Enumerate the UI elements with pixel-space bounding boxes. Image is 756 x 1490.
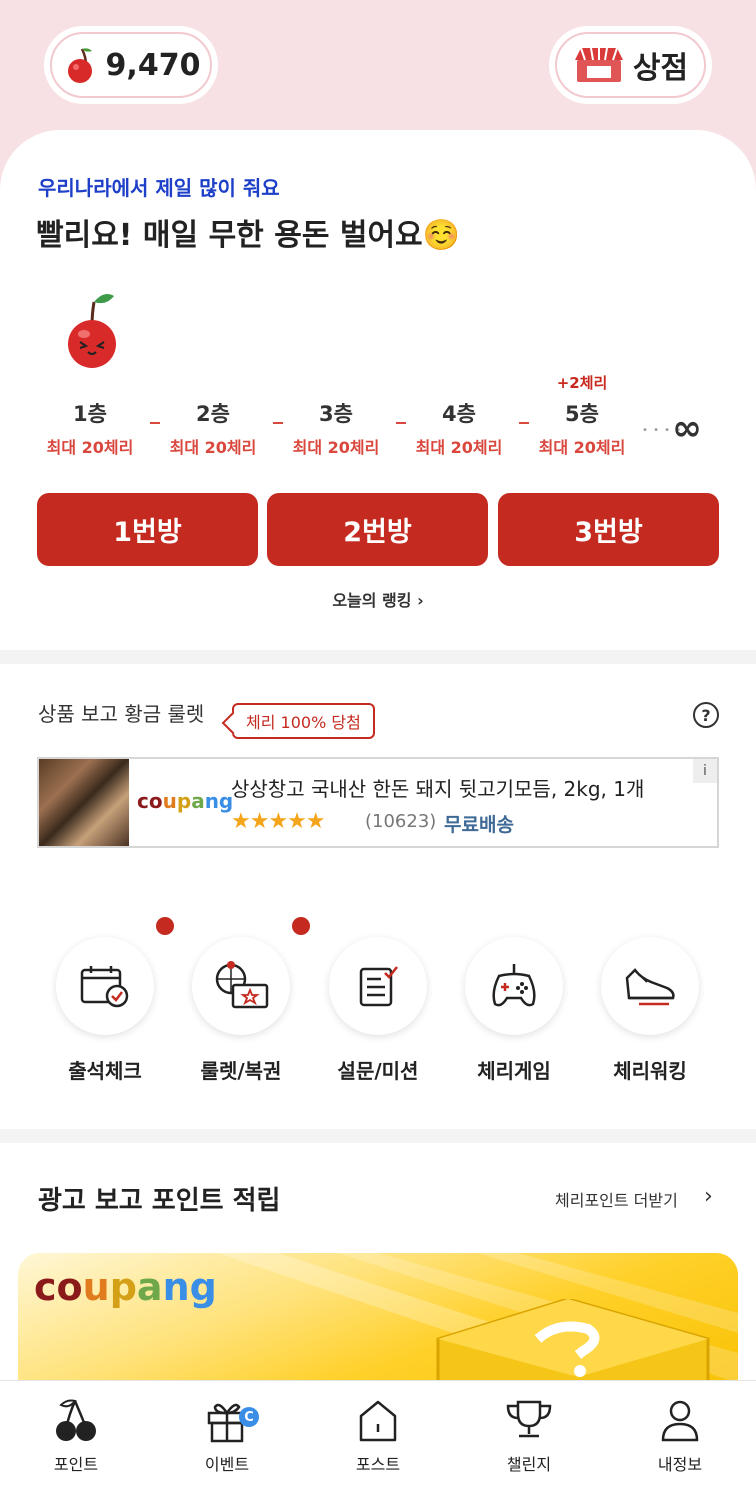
- ranking-link[interactable]: 오늘의 랭킹 ›: [0, 587, 756, 611]
- main-headline: 빨리요! 매일 무한 용돈 벌어요☺️: [36, 218, 461, 253]
- survey-icon: [359, 966, 398, 1007]
- product-thumbnail: [39, 759, 129, 846]
- ad-points-title: 광고 보고 포인트 적립: [38, 1186, 281, 1216]
- more-points-link[interactable]: 체리포인트 더받기: [555, 1187, 678, 1211]
- survey-mission-button[interactable]: 설문/미션: [328, 937, 428, 1084]
- person-icon: [661, 1400, 699, 1442]
- roulette-lottery-button[interactable]: 룰렛/복권: [191, 937, 291, 1084]
- floor-item: 1층 최대 20체리: [46, 402, 134, 457]
- sneaker-icon: [625, 968, 675, 1006]
- cherry-icon: [56, 1399, 96, 1441]
- points-value: 9,470: [105, 47, 201, 83]
- ad-info-icon[interactable]: i: [693, 759, 717, 783]
- bottom-navigation: 포인트 C 이벤트 포스트 챌린지 내정보: [0, 1380, 756, 1490]
- home-icon: [359, 1400, 397, 1442]
- trophy-icon: [506, 1400, 552, 1438]
- product-title: 상상창고 국내산 한돈 돼지 뒷고기모듬, 2kg, 1개: [231, 777, 645, 801]
- attendance-check-button[interactable]: 출석체크: [55, 937, 155, 1084]
- rating-count: (10623): [365, 811, 437, 832]
- room-1-button[interactable]: 1번방: [37, 493, 258, 566]
- nav-event[interactable]: C 이벤트: [177, 1393, 277, 1475]
- floor-item: 4층 최대 20체리: [415, 402, 503, 457]
- roulette-badge: 체리 100% 당첨: [232, 703, 375, 739]
- roulette-title: 상품 보고 황금 룰렛: [38, 702, 205, 726]
- notification-dot: [292, 917, 310, 935]
- main-subtitle: 우리나라에서 제일 많이 줘요: [38, 176, 280, 200]
- rating-stars-icon: ★★★★★: [231, 809, 326, 834]
- nav-post[interactable]: 포스트: [328, 1393, 428, 1475]
- chevron-right-icon[interactable]: ›: [704, 1184, 713, 1209]
- nav-challenge[interactable]: 챌린지: [479, 1393, 579, 1475]
- nav-my-info[interactable]: 내정보: [630, 1393, 730, 1475]
- coupang-logo: coupang: [137, 789, 234, 813]
- floor-item: 3층 최대 20체리: [292, 402, 380, 457]
- gamepad-icon: [492, 964, 536, 1007]
- nav-point[interactable]: 포인트: [26, 1393, 126, 1475]
- points-pill[interactable]: 9,470: [38, 20, 224, 110]
- product-ad[interactable]: coupang 상상창고 국내산 한돈 돼지 뒷고기모듬, 2kg, 1개 ★★…: [37, 757, 719, 848]
- cherry-game-button[interactable]: 체리게임: [464, 937, 564, 1084]
- free-shipping: 무료배송: [444, 814, 514, 836]
- floor-progress: 1층 최대 20체리 2층 최대 20체리 3층 최대 20체리 4층 최대 2…: [30, 372, 730, 462]
- calendar-check-icon: [80, 966, 129, 1008]
- shop-label: 상점: [632, 51, 689, 86]
- help-icon[interactable]: ?: [693, 702, 719, 728]
- cherry-walking-button[interactable]: 체리워킹: [600, 937, 700, 1084]
- cherry-mascot-icon: [68, 294, 116, 368]
- coin-badge: C: [239, 1407, 259, 1427]
- roulette-ticket-icon: [215, 961, 269, 1009]
- floor-item: 2층 최대 20체리: [169, 402, 257, 457]
- notification-dot: [156, 917, 174, 935]
- store-icon: [574, 47, 623, 82]
- room-2-button[interactable]: 2번방: [267, 493, 488, 566]
- cherry-icon: [67, 48, 92, 83]
- room-3-button[interactable]: 3번방: [498, 493, 719, 566]
- infinity-icon: ∞: [672, 408, 702, 449]
- shop-button[interactable]: 상점: [543, 20, 718, 110]
- floor-item: +2체리 5층 최대 20체리: [538, 374, 626, 457]
- coupang-logo: coupang: [34, 1265, 217, 1309]
